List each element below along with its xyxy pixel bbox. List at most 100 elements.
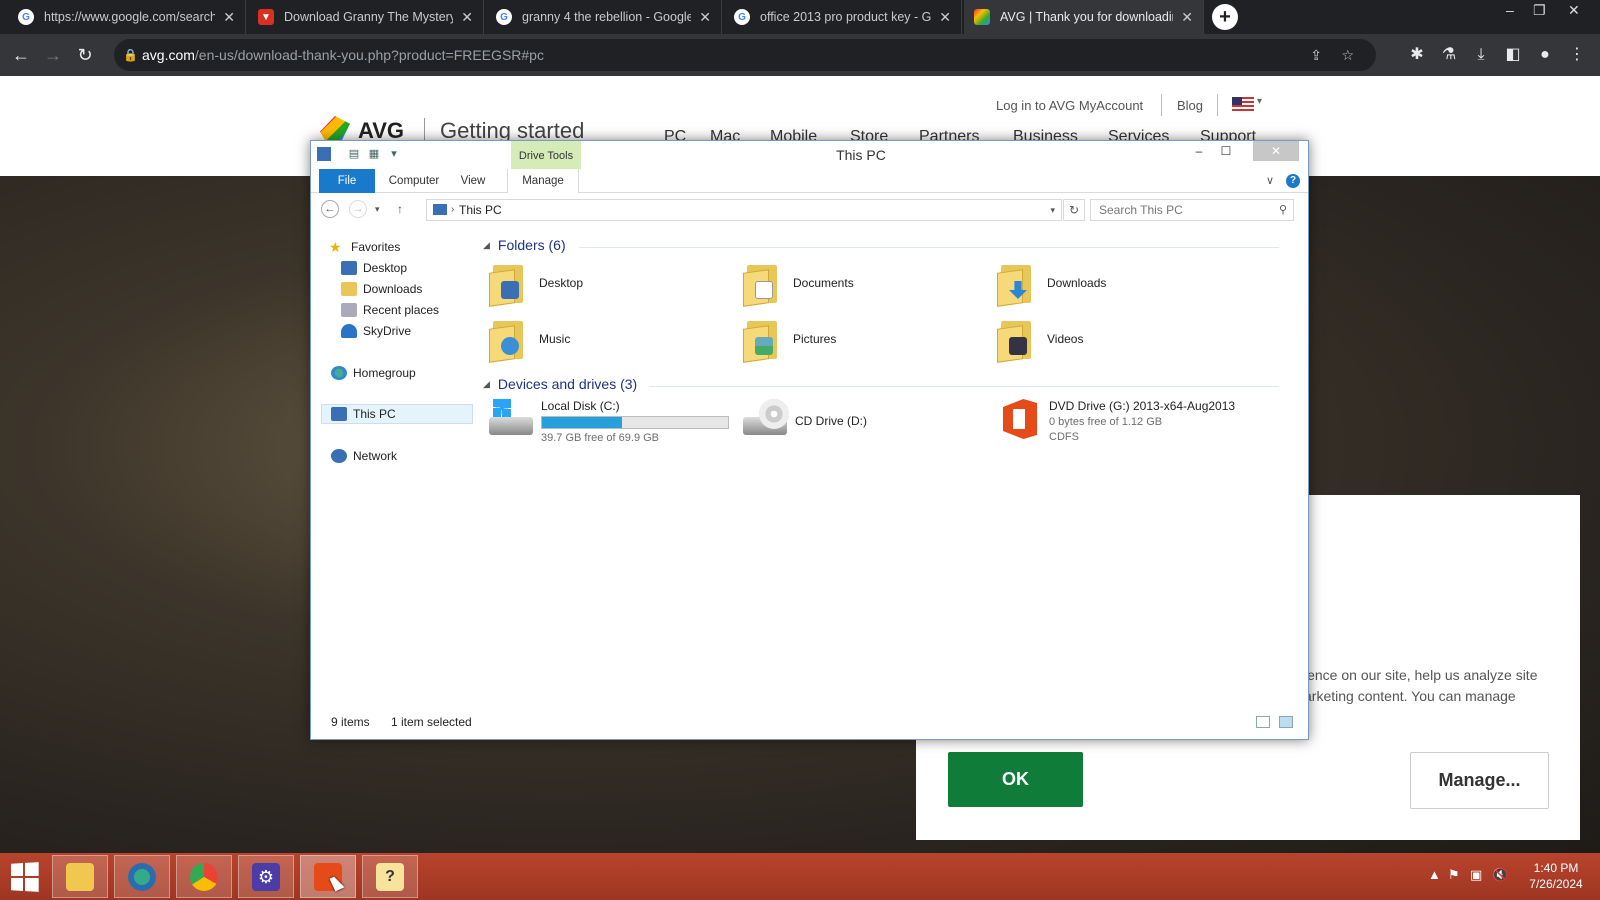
cloud-icon — [341, 324, 357, 338]
search-input[interactable]: Search This PC ⚲ — [1090, 199, 1294, 221]
us-flag-icon[interactable] — [1232, 97, 1254, 111]
nav-network[interactable]: Network — [331, 446, 397, 466]
properties-icon[interactable]: ▤ — [347, 147, 361, 161]
close-tab-icon[interactable]: ✕ — [699, 9, 711, 26]
close-icon[interactable]: ✕ — [1568, 2, 1580, 19]
drive-cd-d[interactable]: CD Drive (D:) — [743, 399, 867, 439]
globe-icon — [128, 862, 156, 891]
address-bar[interactable]: 🔒 avg.com/en-us/download-thank-you.php?pr… — [114, 39, 1376, 71]
folder-videos[interactable]: Videos — [997, 313, 1083, 365]
address-field[interactable]: › This PC ▾ — [426, 199, 1062, 221]
more-menu-icon[interactable]: ⋮ — [1565, 43, 1589, 67]
profile-avatar-icon[interactable]: ● — [1533, 43, 1557, 67]
help-icon[interactable]: ? — [1286, 174, 1300, 188]
downloads-folder-icon — [997, 261, 1035, 307]
maximize-icon[interactable]: ☐ — [1213, 141, 1239, 161]
nav-homegroup[interactable]: Homegroup — [331, 363, 416, 383]
expand-ribbon-icon[interactable]: ∨ — [1266, 174, 1274, 187]
folder-downloads[interactable]: Downloads — [997, 257, 1106, 309]
tab-manage[interactable]: Manage — [507, 169, 579, 193]
browser-tab[interactable]: G granny 4 the rebellion - Google ✕ — [486, 0, 722, 34]
nav-recent-places[interactable]: Recent places — [341, 300, 439, 320]
share-icon[interactable]: ⇪ — [1310, 39, 1322, 71]
details-view-icon[interactable] — [1256, 716, 1270, 728]
large-icons-view-icon[interactable] — [1279, 716, 1293, 728]
folder-documents[interactable]: Documents — [743, 257, 854, 309]
download-icon[interactable]: ⤓ — [1469, 43, 1493, 67]
blog-link[interactable]: Blog — [1177, 98, 1203, 113]
settings-taskbar-button[interactable]: ⚙ — [238, 855, 294, 898]
chevron-right-icon[interactable]: › — [451, 200, 454, 220]
new-folder-icon[interactable]: ▦ — [367, 147, 381, 161]
folders-group-header[interactable]: ◢ Folders (6) — [483, 237, 566, 253]
browser-tab[interactable]: ▼ Download Granny The Mystery ✕ — [248, 0, 484, 34]
help-taskbar-button[interactable]: ? — [362, 855, 418, 898]
folder-desktop[interactable]: Desktop — [489, 257, 583, 309]
quick-access-dropdown-icon[interactable]: ▾ — [387, 147, 401, 161]
minimize-icon[interactable]: – — [1506, 2, 1514, 18]
office-taskbar-button[interactable] — [300, 855, 356, 898]
login-link[interactable]: Log in to AVG MyAccount — [996, 98, 1143, 113]
folder-pictures[interactable]: Pictures — [743, 313, 836, 365]
tab-title: https://www.google.com/search — [44, 10, 216, 24]
close-tab-icon[interactable]: ✕ — [939, 9, 951, 26]
forward-arrow-icon[interactable]: → — [40, 42, 66, 68]
file-explorer-taskbar-button[interactable] — [52, 855, 108, 898]
chevron-down-icon[interactable]: ▾ — [1257, 96, 1262, 107]
volume-muted-icon[interactable]: 🔇 — [1492, 867, 1508, 883]
chevron-down-icon[interactable]: ▾ — [1050, 200, 1055, 220]
nav-favorites[interactable]: ★ Favorites — [329, 237, 400, 257]
window-title: This PC — [836, 147, 886, 163]
browser-tab[interactable]: G https://www.google.com/search ✕ — [8, 0, 246, 34]
up-arrow-icon[interactable]: ↑ — [397, 202, 403, 216]
back-arrow-icon[interactable]: ← — [321, 200, 339, 218]
avg-logo-icon[interactable] — [320, 116, 350, 142]
file-explorer-window: ▤ ▦ ▾ Drive Tools This PC – ☐ ✕ File Com… — [310, 140, 1309, 740]
drive-local-disk-c[interactable]: Local Disk (C:) 39.7 GB free of 69.9 GB — [489, 399, 729, 444]
drive-dvd-g[interactable]: DVD Drive (G:) 2013-x64-Aug2013 0 bytes … — [997, 399, 1235, 443]
folder-music[interactable]: Music — [489, 313, 570, 365]
collapse-triangle-icon[interactable]: ◢ — [483, 240, 490, 251]
this-pc-icon — [331, 407, 347, 421]
bookmark-star-icon[interactable]: ☆ — [1341, 39, 1354, 71]
search-icon[interactable]: ⚲ — [1279, 200, 1287, 220]
tab-view[interactable]: View — [451, 169, 495, 193]
browser-tab-active[interactable]: AVG | Thank you for downloadin ✕ — [964, 0, 1204, 34]
windows-start-icon[interactable] — [11, 862, 39, 892]
labs-flask-icon[interactable]: ⚗ — [1437, 43, 1461, 67]
nav-downloads[interactable]: Downloads — [341, 279, 422, 299]
manage-button[interactable]: Manage... — [1410, 752, 1549, 809]
explorer-title-bar[interactable]: ▤ ▦ ▾ Drive Tools This PC – ☐ ✕ — [311, 141, 1308, 169]
nav-skydrive[interactable]: SkyDrive — [341, 321, 411, 341]
collapse-triangle-icon[interactable]: ◢ — [483, 379, 490, 390]
minimize-icon[interactable]: – — [1186, 141, 1212, 161]
show-hidden-icons-icon[interactable]: ▲ — [1428, 867, 1441, 882]
tab-title: office 2013 pro product key - G — [760, 10, 932, 24]
nav-desktop[interactable]: Desktop — [341, 258, 407, 278]
nav-this-pc[interactable]: This PC — [321, 404, 473, 424]
browser-tab[interactable]: G office 2013 pro product key - G ✕ — [724, 0, 962, 34]
back-arrow-icon[interactable]: ← — [8, 42, 34, 68]
recent-locations-icon[interactable]: ▾ — [375, 204, 380, 215]
new-tab-button[interactable]: + — [1212, 4, 1238, 30]
clock[interactable]: 1:40 PM 7/26/2024 — [1518, 860, 1594, 892]
side-panel-icon[interactable]: ◧ — [1501, 43, 1525, 67]
reload-icon[interactable]: ↻ — [72, 42, 98, 68]
maximize-icon[interactable]: ❐ — [1533, 2, 1546, 19]
forward-arrow-icon[interactable]: → — [349, 200, 367, 218]
close-tab-icon[interactable]: ✕ — [223, 9, 235, 26]
browser-taskbar-button[interactable] — [114, 855, 170, 898]
close-icon[interactable]: ✕ — [1253, 141, 1299, 161]
close-tab-icon[interactable]: ✕ — [461, 9, 473, 26]
tab-computer[interactable]: Computer — [379, 169, 449, 193]
capacity-bar-fill — [542, 417, 623, 428]
chrome-taskbar-button[interactable] — [176, 855, 232, 898]
network-icon[interactable]: ▣ — [1470, 867, 1482, 883]
drives-group-header[interactable]: ◢ Devices and drives (3) — [483, 376, 637, 392]
close-tab-icon[interactable]: ✕ — [1181, 9, 1193, 26]
ok-button[interactable]: OK — [948, 752, 1083, 807]
action-center-flag-icon[interactable]: ⚑ — [1448, 867, 1460, 883]
refresh-icon[interactable]: ↻ — [1063, 199, 1085, 221]
tab-file[interactable]: File — [319, 169, 375, 193]
extensions-icon[interactable]: ✱ — [1405, 43, 1429, 67]
